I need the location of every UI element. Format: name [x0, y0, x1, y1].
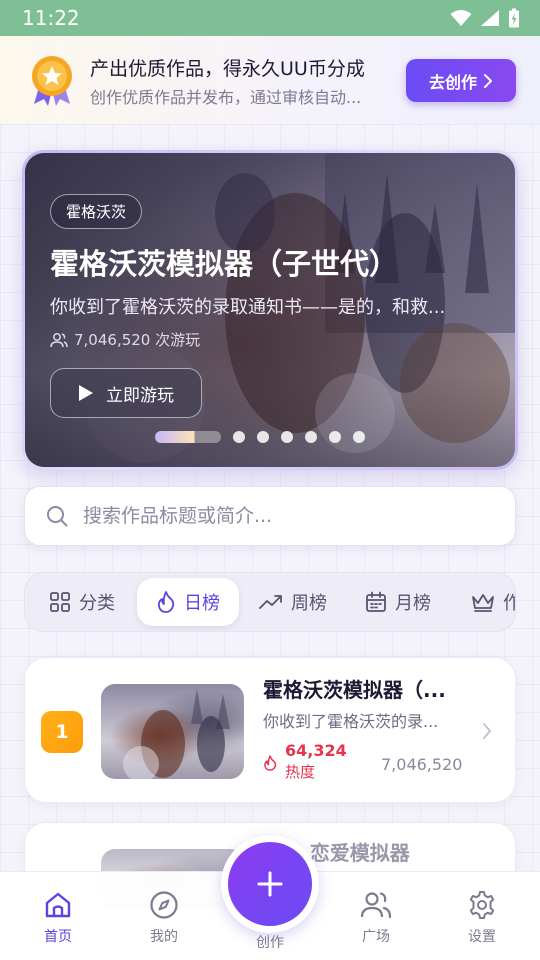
calendar-icon — [366, 591, 386, 612]
chevron-right-icon — [483, 723, 491, 739]
go-create-label: 去创作 — [428, 74, 477, 92]
search-input[interactable] — [83, 505, 483, 527]
heat-score: 64,324 热度 — [263, 741, 347, 783]
flame-icon — [264, 755, 277, 771]
promo-title: 产出优质作品，得永久UU币分成 — [90, 58, 365, 80]
users-icon — [360, 892, 392, 919]
carousel-dot[interactable] — [353, 431, 365, 443]
trending-up-icon — [259, 595, 282, 609]
carousel-dot[interactable] — [257, 431, 269, 443]
tab-monthly[interactable]: 月榜 — [365, 578, 431, 626]
ranking-tabs: 分类 日榜 周榜 月榜 作 — [24, 572, 516, 632]
work-thumbnail — [101, 684, 244, 779]
status-icons — [450, 8, 520, 28]
nav-square[interactable]: 广场 — [344, 890, 408, 946]
carousel-dot-active[interactable] — [155, 431, 221, 443]
nav-square-label: 广场 — [362, 929, 390, 945]
compass-icon — [150, 891, 178, 919]
search-icon — [47, 506, 68, 527]
medal-icon — [32, 56, 72, 106]
flame-icon — [157, 591, 175, 613]
create-fab-ring — [221, 835, 319, 933]
search-bar[interactable] — [24, 486, 516, 546]
work-description: 你收到了霍格沃茨的录... — [263, 712, 439, 731]
home-icon — [45, 892, 71, 918]
carousel-dot[interactable] — [281, 431, 293, 443]
carousel-dots — [155, 431, 365, 443]
status-time: 11:22 — [22, 6, 80, 30]
nav-home[interactable]: 首页 — [26, 890, 90, 946]
carousel-dot[interactable] — [329, 431, 341, 443]
status-bar: 11:22 — [0, 0, 540, 36]
featured-description: 你收到了霍格沃茨的录取通知书——是的，和救... — [50, 297, 446, 318]
gear-icon — [469, 891, 495, 919]
chevron-right-icon — [484, 73, 492, 88]
featured-tag: 霍格沃茨 — [50, 194, 143, 229]
tab-label: 周榜 — [291, 593, 327, 614]
carousel-dot[interactable] — [233, 431, 245, 443]
signal-icon — [481, 10, 499, 26]
work-plays: 7,046,520 — [381, 755, 463, 774]
heat-label: 热度 — [285, 763, 316, 781]
plus-icon — [257, 871, 283, 897]
tab-label: 分类 — [79, 593, 115, 614]
users-icon — [50, 332, 68, 347]
grid-icon — [50, 592, 70, 612]
work-title: 霍格沃茨模拟器（... — [263, 678, 446, 702]
featured-title: 霍格沃茨模拟器（子世代） — [50, 247, 399, 281]
nav-create-label: 创作 — [256, 935, 284, 951]
tab-label: 日榜 — [184, 593, 220, 614]
promo-banner: 产出优质作品，得永久UU币分成 创作优质作品并发布，通过审核自动... 去创作 — [0, 36, 540, 124]
ranking-item[interactable]: 1 霍格沃茨模拟器（... 你收到了霍格沃茨的录... 64,324 热度 7,… — [24, 657, 516, 803]
tab-label: 月榜 — [395, 593, 431, 614]
tab-category[interactable]: 分类 — [49, 578, 115, 626]
nav-mine-label: 我的 — [150, 929, 178, 945]
tab-label: 作 — [503, 589, 515, 615]
tab-weekly[interactable]: 周榜 — [259, 578, 327, 626]
featured-card[interactable]: 霍格沃茨 霍格沃茨模拟器（子世代） 你收到了霍格沃茨的录取通知书——是的，和救.… — [25, 153, 515, 467]
tab-daily[interactable]: 日榜 — [137, 578, 239, 626]
crown-icon — [472, 594, 494, 612]
heat-value: 64,324 — [285, 741, 347, 760]
go-create-button[interactable]: 去创作 — [406, 59, 516, 102]
rank-badge: 1 — [41, 711, 83, 753]
battery-icon — [509, 8, 519, 28]
nav-home-label: 首页 — [44, 929, 72, 945]
play-icon — [79, 385, 93, 401]
featured-carousel[interactable]: 霍格沃茨 霍格沃茨模拟器（子世代） 你收到了霍格沃茨的录取通知书——是的，和救.… — [22, 150, 518, 470]
play-now-label: 立即游玩 — [106, 385, 174, 405]
promo-subtitle: 创作优质作品并发布，通过审核自动... — [90, 88, 362, 107]
carousel-dot[interactable] — [305, 431, 317, 443]
play-now-button[interactable]: 立即游玩 — [50, 368, 202, 418]
wifi-icon — [450, 10, 472, 26]
thumbnail-artwork — [123, 689, 230, 779]
featured-plays-count: 7,046,520 次游玩 — [74, 331, 201, 349]
tab-works[interactable]: 作 — [471, 578, 515, 626]
nav-settings[interactable]: 设置 — [450, 890, 514, 946]
nav-mine[interactable]: 我的 — [132, 890, 196, 946]
nav-settings-label: 设置 — [468, 929, 496, 945]
create-fab-button[interactable] — [228, 842, 312, 926]
featured-plays: 7,046,520 次游玩 — [50, 329, 200, 350]
